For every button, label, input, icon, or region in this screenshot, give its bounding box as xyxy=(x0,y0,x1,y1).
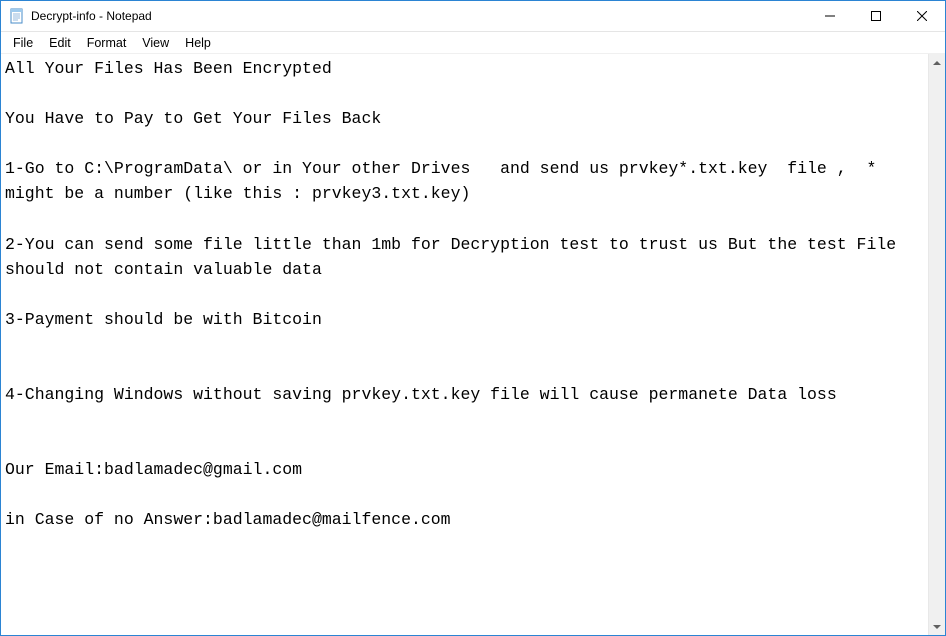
close-button[interactable] xyxy=(899,1,945,31)
scroll-track[interactable] xyxy=(929,71,945,618)
minimize-icon xyxy=(825,11,835,21)
menu-help[interactable]: Help xyxy=(177,34,219,52)
editor-container: All Your Files Has Been Encrypted You Ha… xyxy=(1,54,945,635)
maximize-icon xyxy=(871,11,881,21)
close-icon xyxy=(917,11,927,21)
menu-file[interactable]: File xyxy=(5,34,41,52)
menubar: File Edit Format View Help xyxy=(1,32,945,54)
menu-edit[interactable]: Edit xyxy=(41,34,79,52)
menu-format[interactable]: Format xyxy=(79,34,135,52)
window-controls xyxy=(807,1,945,31)
notepad-icon xyxy=(9,8,25,24)
scroll-up-arrow-icon[interactable] xyxy=(929,54,945,71)
scroll-down-arrow-icon[interactable] xyxy=(929,618,945,635)
maximize-button[interactable] xyxy=(853,1,899,31)
minimize-button[interactable] xyxy=(807,1,853,31)
window-title: Decrypt-info - Notepad xyxy=(31,9,152,23)
menu-view[interactable]: View xyxy=(134,34,177,52)
titlebar: Decrypt-info - Notepad xyxy=(1,1,945,32)
text-editor[interactable]: All Your Files Has Been Encrypted You Ha… xyxy=(1,54,928,635)
vertical-scrollbar[interactable] xyxy=(928,54,945,635)
